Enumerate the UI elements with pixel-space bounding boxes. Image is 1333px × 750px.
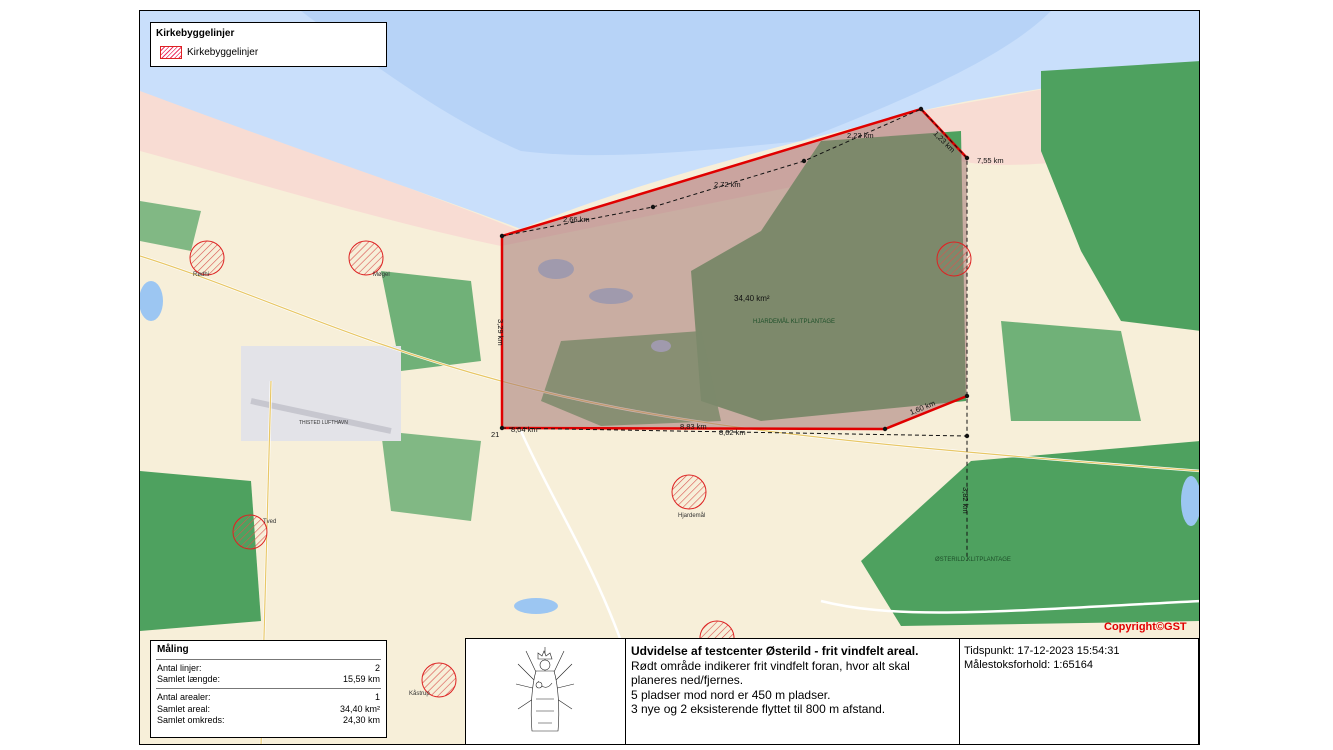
- place-label: ØSTERILD KLITPLANTAGE: [935, 557, 1011, 563]
- logo: [466, 639, 626, 744]
- description-line: Rødt område indikerer frit vindfelt fora…: [631, 658, 910, 688]
- measurement-row: Samlet omkreds: 24,30 km: [157, 715, 380, 725]
- place-label: HJARDEMÅL KLITPLANTAGE: [753, 318, 835, 325]
- meta-info: Tidspunkt: 17-12-2023 15:54:31 Målestoks…: [964, 644, 1120, 672]
- scale: Målestoksforhold: 1:65164: [964, 659, 1094, 671]
- area-label: 34,40 km²: [734, 294, 770, 303]
- description-line: 3 nye og 2 eksisterende flyttet til 800 …: [631, 702, 886, 716]
- segment-label: 2,23 km: [847, 131, 874, 140]
- segment-label: 3,29 km: [496, 319, 505, 346]
- description-line: 5 pladser mod nord er 450 m pladser.: [631, 687, 831, 702]
- hatch-swatch-icon: [160, 46, 182, 59]
- timestamp: Tidspunkt: 17-12-2023 15:54:31: [964, 645, 1120, 657]
- measurement-row: Samlet længde: 15,59 km: [157, 674, 380, 684]
- segment-label: 8,04 km: [511, 425, 538, 434]
- divider: [156, 688, 381, 689]
- segment-label: 7,55 km: [977, 156, 1004, 165]
- madonna-logo-icon: [515, 647, 575, 732]
- segment-label: 8,83 km: [680, 422, 707, 431]
- measurement-title: Måling: [157, 644, 189, 655]
- description-title: Udvidelse af testcenter Østerild - frit …: [631, 644, 919, 658]
- place-label: Tved: [263, 519, 276, 525]
- legend: Kirkebyggelinjer Kirkebyggelinjer: [150, 22, 387, 67]
- place-label: Kåstrup: [409, 690, 430, 697]
- place-label: THISTED LUFTHAVN: [299, 420, 348, 426]
- info-panel: Udvidelse af testcenter Østerild - frit …: [465, 638, 1199, 745]
- divider: [156, 659, 381, 660]
- map-canvas[interactable]: 2,66 km 2,72 km 2,23 km 1,23 km 7,55 km …: [140, 11, 1200, 745]
- description: Udvidelse af testcenter Østerild - frit …: [626, 639, 960, 744]
- measurement-row: Antal linjer: 2: [157, 663, 380, 673]
- measurement-row: Antal arealer: 1: [157, 692, 380, 702]
- measurement-panel: Måling Antal linjer: 2 Samlet længde: 15,5…: [150, 640, 387, 738]
- copyright: Copyright©GST: [1104, 621, 1187, 633]
- legend-item-label: Kirkebyggelinjer: [187, 47, 259, 58]
- segment-label: 21: [491, 430, 499, 439]
- map-frame[interactable]: 2,66 km 2,72 km 2,23 km 1,23 km 7,55 km …: [139, 10, 1200, 745]
- place-label: Rødhi: [193, 272, 209, 278]
- measurement-row: Samlet areal: 34,40 km²: [157, 704, 380, 714]
- segment-label: 2,72 km: [714, 180, 741, 189]
- place-label: Møgel: [373, 272, 390, 278]
- segment-label: 2,66 km: [563, 215, 590, 224]
- segment-label: 8,02 km: [719, 428, 746, 437]
- place-label: Hjardemål: [678, 512, 705, 519]
- legend-title: Kirkebyggelinjer: [156, 28, 235, 39]
- segment-label: 3,82 km: [961, 487, 970, 514]
